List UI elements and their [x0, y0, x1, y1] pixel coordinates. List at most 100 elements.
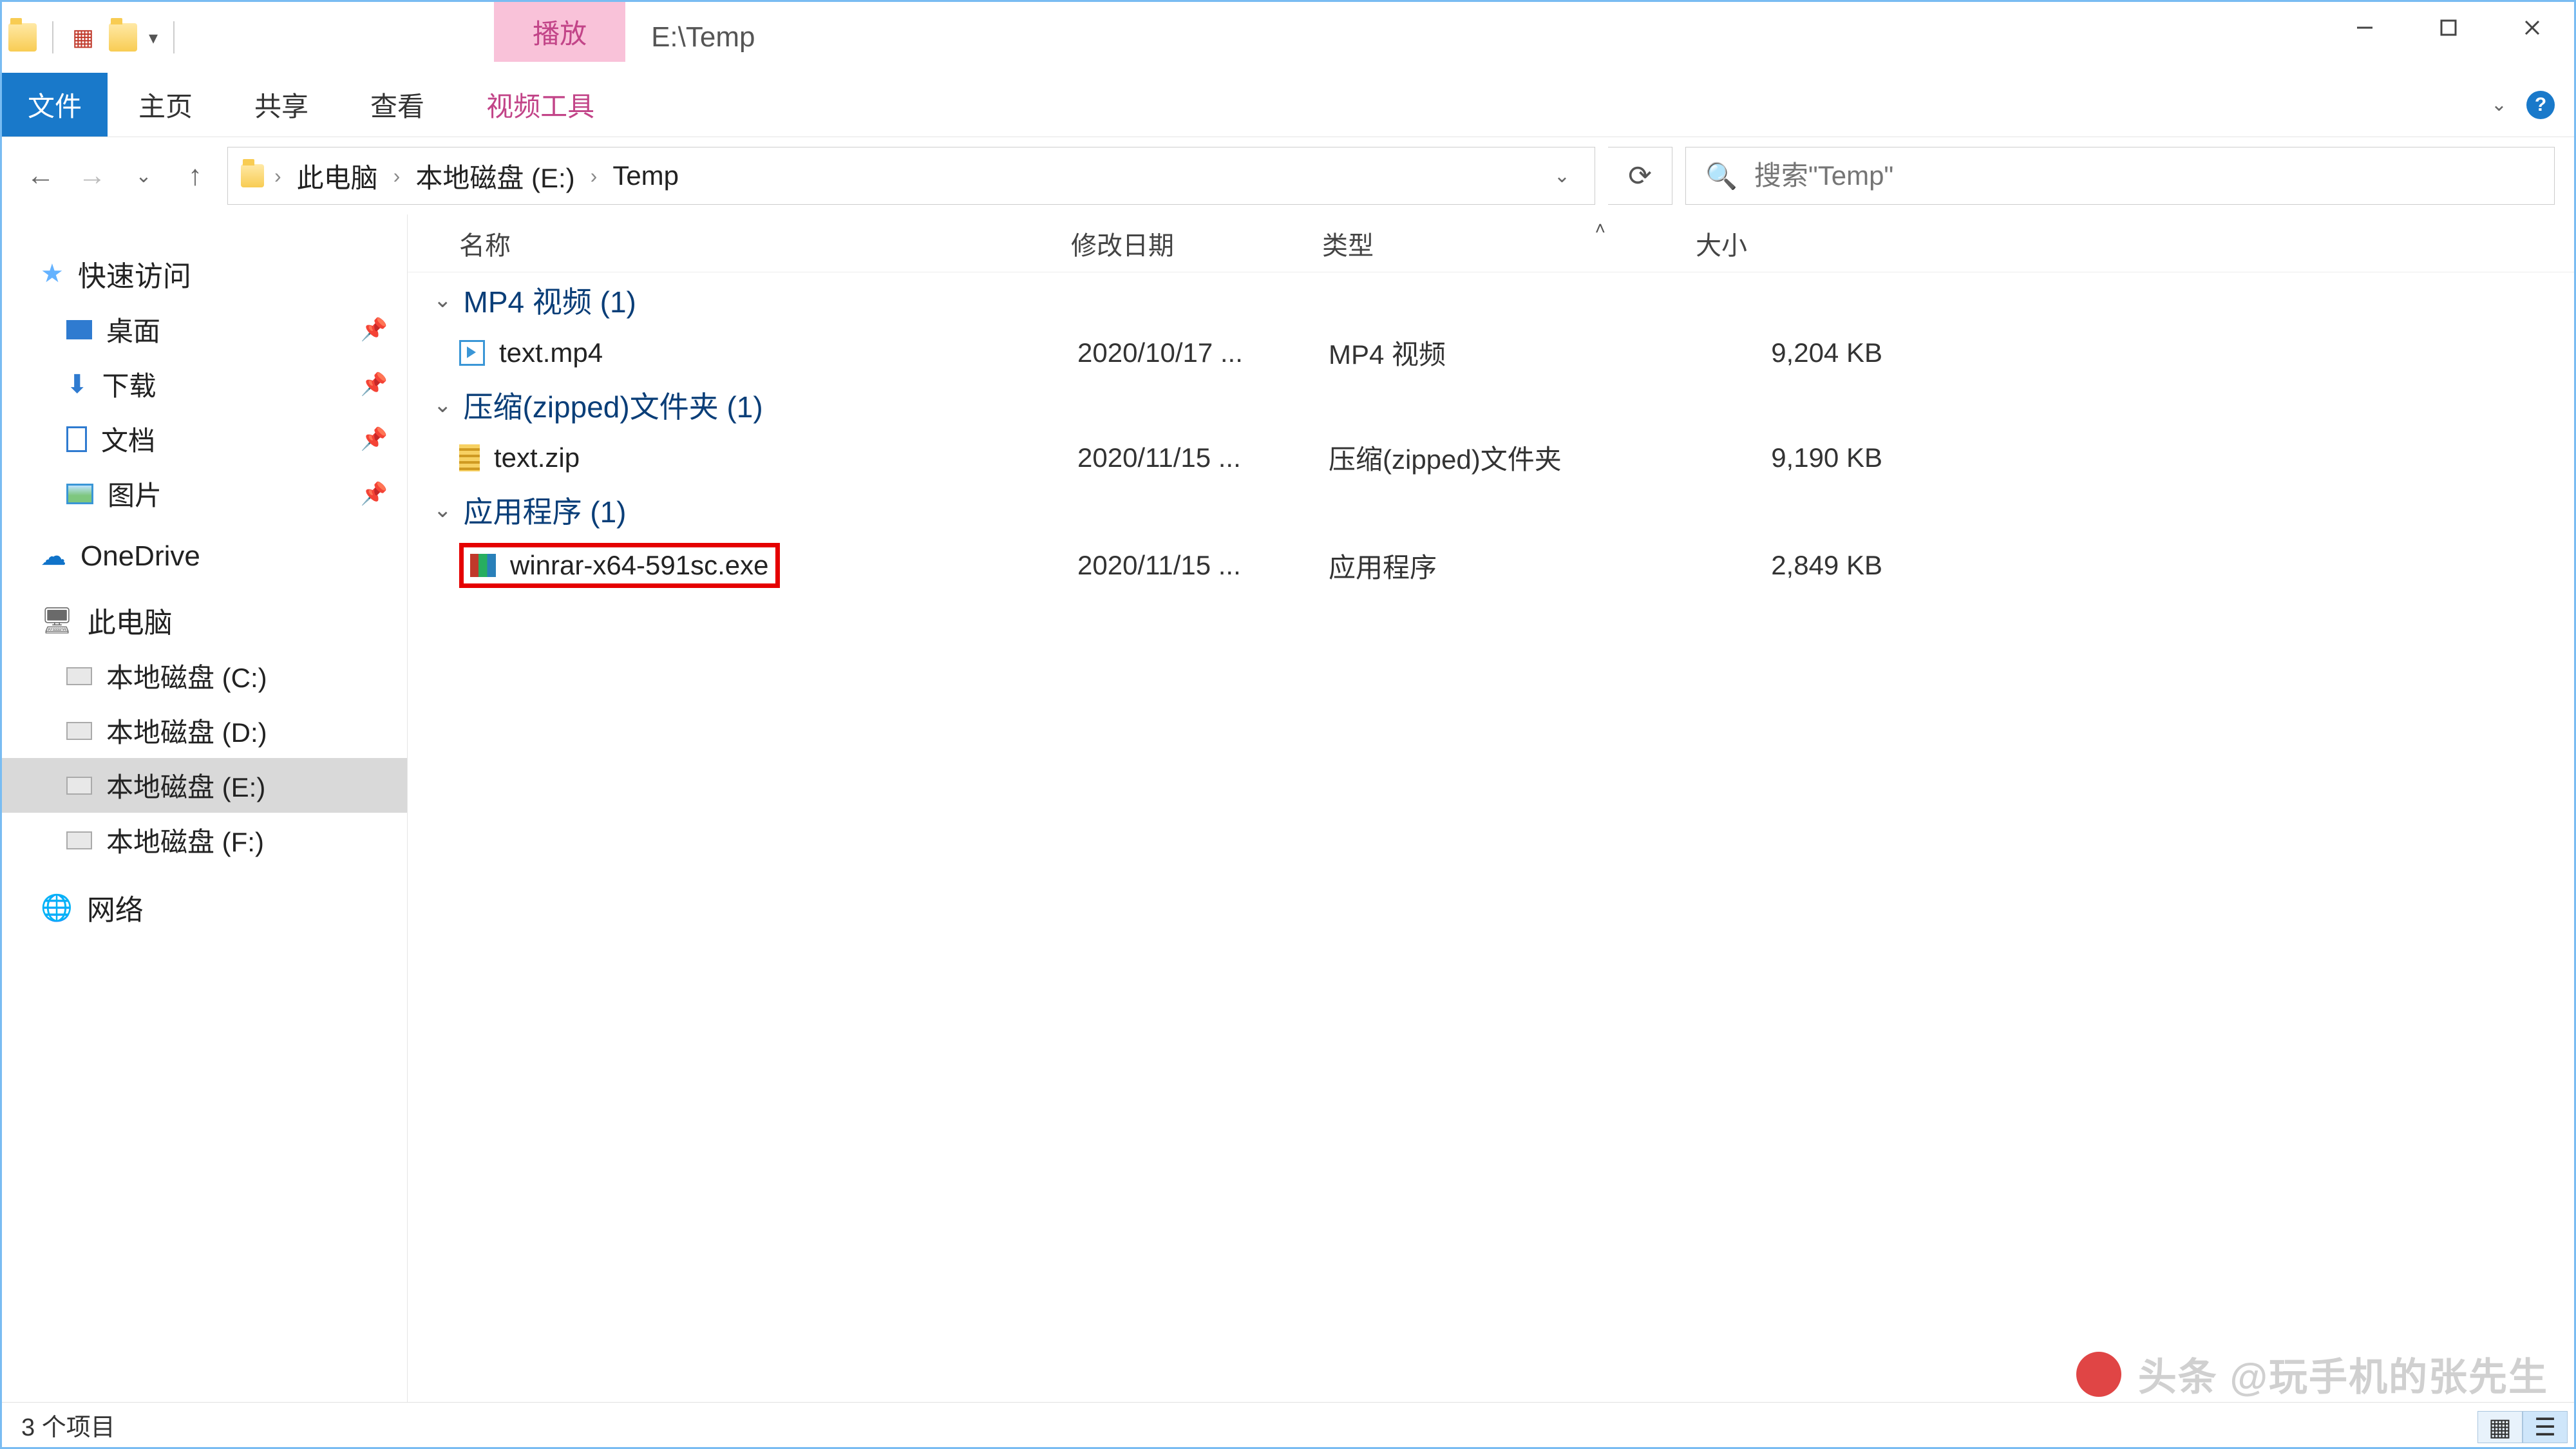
nav-recent-dropdown[interactable]: ⌄: [124, 156, 163, 195]
group-header[interactable]: ⌄压缩(zipped)文件夹 (1): [408, 377, 2574, 433]
nav-quick-access[interactable]: ★快速访问: [2, 245, 407, 302]
file-row[interactable]: winrar-x64-591sc.exe 2020/11/15 ...应用程序2,…: [408, 538, 2574, 593]
pin-icon: 📌: [361, 372, 388, 397]
nav-pictures[interactable]: 图片📌: [2, 466, 407, 521]
chevron-right-icon[interactable]: ›: [270, 164, 285, 188]
chevron-down-icon: ⌄: [433, 392, 452, 418]
group-label: 应用程序 (1): [464, 489, 627, 531]
nav-up-button[interactable]: ↑: [176, 156, 214, 195]
breadcrumb-drive[interactable]: 本地磁盘 (E:): [410, 156, 580, 196]
separator: [173, 21, 175, 53]
file-type: 压缩(zipped)文件夹: [1329, 438, 1702, 477]
address-history-dropdown[interactable]: ⌄: [1542, 165, 1582, 187]
file-name: text.mp4: [499, 337, 603, 368]
watermark-logo-icon: [2076, 1352, 2121, 1397]
ribbon-tabs: 文件 主页 共享 查看 视频工具 ⌄ ?: [2, 73, 2574, 137]
video-icon: [459, 340, 485, 366]
search-icon: 🔍: [1705, 161, 1738, 191]
tab-share[interactable]: 共享: [223, 73, 339, 137]
qat-folder-icon[interactable]: [109, 23, 137, 52]
refresh-button[interactable]: ⟳: [1608, 147, 1672, 205]
zip-icon: [459, 444, 480, 471]
column-type[interactable]: 类型˄: [1322, 225, 1696, 262]
nav-label: 本地磁盘 (D:): [106, 711, 267, 750]
qat-properties-icon[interactable]: ▦: [69, 23, 97, 52]
nav-network[interactable]: 🌐网络: [2, 879, 407, 936]
chevron-down-icon: ⌄: [433, 287, 452, 313]
tab-home[interactable]: 主页: [108, 73, 223, 137]
breadcrumb-folder[interactable]: Temp: [607, 160, 684, 191]
exe-icon: [470, 554, 496, 577]
help-icon[interactable]: ?: [2526, 91, 2555, 119]
close-button[interactable]: [2490, 2, 2574, 53]
column-label: 类型: [1322, 232, 1374, 260]
column-date[interactable]: 修改日期: [1071, 225, 1322, 262]
nav-label: 此电脑: [88, 600, 173, 641]
navigation-pane: ★快速访问 桌面📌 ⬇下载📌 文档📌 图片📌 ☁OneDrive 🖥此电脑 本地…: [2, 214, 408, 1402]
nav-drive-c[interactable]: 本地磁盘 (C:): [2, 649, 407, 703]
nav-label: 网络: [87, 887, 144, 928]
file-name: winrar-x64-591sc.exe: [510, 550, 769, 581]
pin-icon: 📌: [361, 426, 388, 452]
nav-label: 本地磁盘 (F:): [106, 820, 264, 860]
file-type: MP4 视频: [1329, 333, 1702, 372]
tab-view[interactable]: 查看: [339, 73, 455, 137]
file-date: 2020/10/17 ...: [1077, 337, 1329, 368]
nav-label: 桌面: [106, 310, 160, 349]
sort-ascending-icon: ˄: [1595, 218, 1605, 239]
view-thumbnails-button[interactable]: ▦: [2477, 1411, 2523, 1443]
nav-label: 快速访问: [78, 253, 191, 294]
minimize-button[interactable]: [2323, 2, 2407, 53]
nav-back-button[interactable]: ←: [21, 156, 60, 195]
file-row[interactable]: text.zip2020/11/15 ...压缩(zipped)文件夹9,190…: [408, 433, 2574, 482]
file-type: 应用程序: [1329, 546, 1702, 585]
file-list: 名称 修改日期 类型˄ 大小 ⌄MP4 视频 (1)text.mp42020/1…: [408, 214, 2574, 1402]
column-headers: 名称 修改日期 类型˄ 大小: [408, 214, 2574, 272]
qat-dropdown-icon[interactable]: ▾: [149, 27, 158, 48]
contextual-tab-play[interactable]: 播放: [494, 2, 625, 62]
file-size: 2,849 KB: [1702, 550, 1895, 581]
tab-video-tools[interactable]: 视频工具: [455, 73, 625, 137]
pin-icon: 📌: [361, 481, 388, 507]
search-input[interactable]: [1754, 160, 2535, 191]
tab-file[interactable]: 文件: [2, 73, 108, 137]
status-bar: 3 个项目 ▦ ☰: [2, 1402, 2574, 1447]
nav-this-pc[interactable]: 🖥此电脑: [2, 592, 407, 649]
nav-drive-e[interactable]: 本地磁盘 (E:): [2, 758, 407, 813]
view-details-button[interactable]: ☰: [2523, 1411, 2568, 1443]
window-title-path: E:\Temp: [651, 21, 755, 53]
file-size: 9,204 KB: [1702, 337, 1895, 368]
file-size: 9,190 KB: [1702, 442, 1895, 473]
breadcrumb-this-pc[interactable]: 此电脑: [292, 156, 383, 196]
nav-label: 本地磁盘 (C:): [106, 656, 267, 696]
highlight-box: winrar-x64-591sc.exe: [459, 543, 780, 588]
status-item-count: 3 个项目: [21, 1407, 115, 1443]
nav-label: 下载: [102, 365, 156, 404]
chevron-right-icon[interactable]: ›: [587, 164, 601, 188]
nav-label: 本地磁盘 (E:): [106, 766, 265, 805]
search-box[interactable]: 🔍: [1685, 147, 2555, 205]
file-row[interactable]: text.mp4 2020/10/17 ...MP4 视频9,204 KB: [408, 328, 2574, 377]
pin-icon: 📌: [361, 317, 388, 343]
title-bar: ▦ ▾ 播放 E:\Temp: [2, 2, 2574, 73]
nav-documents[interactable]: 文档📌: [2, 412, 407, 466]
nav-desktop[interactable]: 桌面 📌: [2, 302, 407, 357]
nav-onedrive[interactable]: ☁OneDrive: [2, 533, 407, 580]
column-name[interactable]: 名称: [408, 225, 1071, 262]
group-header[interactable]: ⌄应用程序 (1): [408, 482, 2574, 538]
ribbon-collapse-icon[interactable]: ⌄: [2491, 93, 2507, 116]
nav-forward-button[interactable]: →: [73, 156, 111, 195]
group-header[interactable]: ⌄ MP4 视频 (1): [408, 272, 2574, 328]
nav-drive-d[interactable]: 本地磁盘 (D:): [2, 703, 407, 758]
nav-downloads[interactable]: ⬇下载📌: [2, 357, 407, 412]
maximize-button[interactable]: [2407, 2, 2490, 53]
nav-drive-f[interactable]: 本地磁盘 (F:): [2, 813, 407, 867]
column-size[interactable]: 大小: [1696, 225, 1889, 262]
file-date: 2020/11/15 ...: [1077, 550, 1329, 581]
watermark: 头条 @玩手机的张先生: [2076, 1346, 2548, 1402]
chevron-right-icon[interactable]: ›: [390, 164, 404, 188]
group-label: MP4 视频 (1): [464, 279, 636, 321]
address-bar[interactable]: › 此电脑 › 本地磁盘 (E:) › Temp ⌄: [227, 147, 1595, 205]
watermark-text: 头条 @玩手机的张先生: [2138, 1346, 2548, 1402]
file-date: 2020/11/15 ...: [1077, 442, 1329, 473]
